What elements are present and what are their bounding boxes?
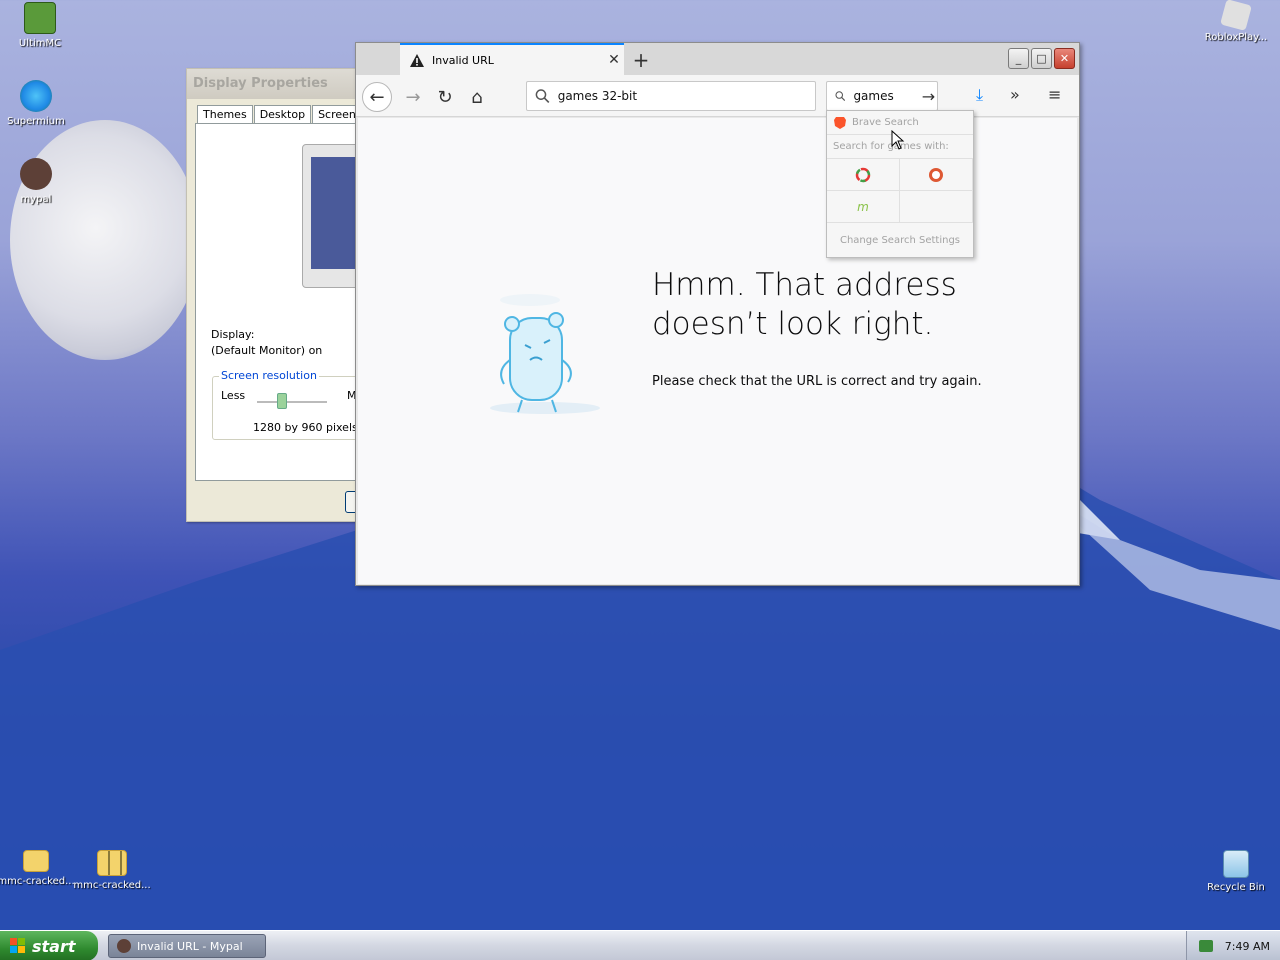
mouse-cursor-icon [891,130,905,150]
desktop-icon-recycle-bin[interactable]: Recycle Bin [1196,850,1276,893]
desktop-icon-ultimmc[interactable]: UltimMC [0,2,80,49]
close-window-icon[interactable]: ✕ [1054,48,1075,69]
grass-block-icon [24,2,56,34]
clock: 7:49 AM [1224,939,1270,953]
windows-flag-icon [10,938,25,953]
download-icon[interactable]: ⤓ [976,85,983,105]
engine-option-3[interactable]: m [827,191,900,223]
folder-icon [23,850,49,872]
display-value: (Default Monitor) on [211,344,323,357]
desktop-icon-label: mmc-cracked... [73,880,151,891]
raccoon-icon [20,158,52,190]
change-search-settings[interactable]: Change Search Settings [827,223,973,257]
desktop-icon-supermium[interactable]: Supermium [0,80,76,127]
desktop-icon-label: Recycle Bin [1207,882,1265,893]
resolution-value: 1280 by 960 pixels [253,421,358,434]
error-title: Hmm. That address doesn’t look right. [652,267,957,342]
engine-option-empty [900,191,973,223]
warning-icon [410,53,424,67]
new-tab-icon[interactable]: + [630,48,652,72]
taskbar: start Invalid URL - Mypal 7:49 AM [0,930,1280,960]
back-arrow-icon[interactable]: ← [362,82,392,112]
qwant-icon [855,167,871,182]
resolution-slider-track[interactable] [257,401,327,403]
roblox-icon [1220,0,1252,31]
desktop-icon-label: mypal [20,194,52,205]
forward-arrow-icon[interactable]: → [398,82,428,112]
desktop-icon-folder-1[interactable]: mmc-cracked... [0,850,76,887]
taskbar-item-mypal[interactable]: Invalid URL - Mypal [108,934,266,958]
engine-name: Brave Search [852,117,919,128]
zip-folder-icon [97,850,127,876]
start-button[interactable]: start [0,931,98,960]
resolution-group-title: Screen resolution [219,369,319,382]
search-icon [835,91,846,101]
task-label: Invalid URL - Mypal [137,939,243,953]
reload-icon[interactable]: ↻ [430,82,460,112]
system-tray: 7:49 AM [1186,931,1280,960]
close-tab-icon[interactable]: ✕ [604,52,624,68]
display-properties-window[interactable]: Display Properties Themes Desktop Screen… [186,68,392,522]
mojeek-icon: m [857,199,869,214]
home-icon[interactable]: ⌂ [462,82,492,112]
overflow-chevron-icon[interactable]: » [1010,85,1020,104]
display-label: Display: [211,328,255,341]
search-bar[interactable]: → [826,81,938,111]
raccoon-icon [117,939,131,953]
desktop-icon-robloxplayer[interactable]: RobloxPlay... [1196,0,1276,43]
tab-title: Invalid URL [432,53,494,67]
url-bar[interactable] [526,81,816,111]
desktop-icon-label: mmc-cracked... [0,876,75,887]
search-input[interactable] [853,89,921,103]
url-input[interactable] [557,89,815,103]
brave-lion-icon [834,116,846,129]
window-title: Display Properties [187,69,375,99]
engine-option-2[interactable] [900,159,973,191]
duckduckgo-icon [929,167,943,182]
supermium-icon [20,80,52,112]
minimize-icon[interactable]: _ [1008,48,1029,69]
desktop-icon-mypal[interactable]: mypal [0,158,76,205]
desktop-icon-zip[interactable]: mmc-cracked... [72,850,152,891]
error-description: Please check that the URL is correct and… [652,374,982,389]
search-icon [535,89,550,104]
less-label: Less [221,389,246,402]
tab-bar: Invalid URL ✕ + _ □ ✕ [356,43,1079,75]
search-go-arrow-icon[interactable]: → [920,87,937,106]
desktop-icon-label: RobloxPlay... [1204,32,1268,43]
settings-panel: Display: (Default Monitor) on Screen res… [195,123,392,481]
tab-invalid-url[interactable]: Invalid URL ✕ [400,43,624,75]
resolution-slider-thumb[interactable] [277,393,287,409]
recycle-bin-icon [1223,850,1249,878]
start-label: start [32,936,76,956]
engine-option-1[interactable] [827,159,900,191]
moon-wallpaper [10,120,200,360]
desktop-icon-label: Supermium [7,116,65,127]
hamburger-menu-icon[interactable]: ≡ [1048,85,1061,104]
maximize-icon[interactable]: □ [1031,48,1052,69]
desktop-icon-label: UltimMC [18,38,62,49]
error-illustration-icon [490,294,600,414]
network-icon[interactable] [1198,940,1213,952]
